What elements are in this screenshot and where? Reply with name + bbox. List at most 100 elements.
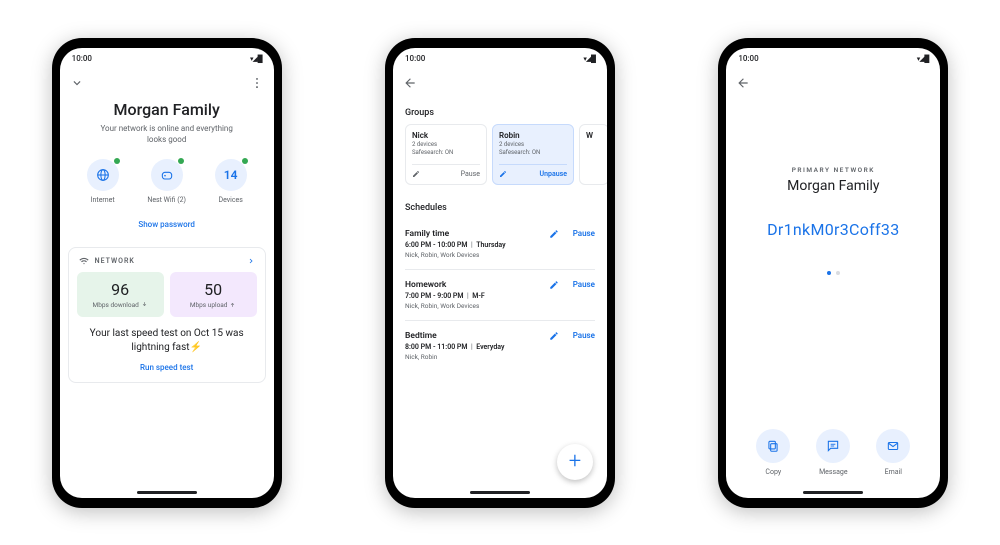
groups-list[interactable]: Nick 2 devices Safesearch: ON Pause Robi…	[393, 124, 607, 185]
schedule-days: Everyday	[476, 343, 504, 351]
back-chevron-icon[interactable]	[70, 76, 84, 90]
screen: 10:00 ▾◢ █ Morgan Family Your network is…	[60, 48, 274, 498]
network-name: Morgan Family	[787, 178, 879, 194]
page-indicator[interactable]	[827, 271, 840, 275]
add-fab-button[interactable]: +	[557, 444, 593, 480]
message-label: Message	[819, 468, 848, 476]
edit-icon[interactable]	[549, 331, 559, 341]
schedule-item[interactable]: Bedtime 8:00 PM - 11:00 PM | Everyday Ni…	[405, 321, 595, 371]
group-name: W	[586, 131, 602, 140]
download-speed: 96 Mbps download	[77, 272, 164, 317]
schedule-time: 6:00 PM - 10:00 PM	[405, 241, 468, 249]
arrow-up-icon	[229, 301, 236, 308]
copy-label: Copy	[765, 468, 781, 476]
status-time: 10:00	[405, 54, 425, 63]
status-icons: ▾◢ █	[917, 55, 929, 63]
nest-wifi-icon	[159, 167, 175, 183]
status-time: 10:00	[72, 54, 92, 63]
internet-label: Internet	[91, 196, 115, 204]
network-card-header[interactable]: NETWORK	[69, 248, 265, 272]
content: Morgan Family Your network is online and…	[60, 96, 274, 498]
group-card-nick[interactable]: Nick 2 devices Safesearch: ON Pause	[405, 124, 487, 185]
phone-share-password: 10:00 ▾◢ █ PRIMARY NETWORK Morgan Family…	[718, 38, 948, 508]
network-password: Dr1nkM0r3Coff33	[767, 220, 899, 239]
upload-speed: 50 Mbps upload	[170, 272, 257, 317]
email-icon	[886, 439, 900, 453]
pause-button[interactable]: Pause	[573, 331, 595, 340]
email-button[interactable]: Email	[876, 429, 910, 476]
group-devices: 2 devices	[412, 141, 480, 148]
schedule-item[interactable]: Family time 6:00 PM - 10:00 PM | Thursda…	[405, 219, 595, 270]
devices-count: 14	[224, 168, 238, 182]
pause-button[interactable]: Pause	[573, 280, 595, 289]
schedule-time: 8:00 PM - 11:00 PM	[405, 343, 468, 351]
wifi-icon	[79, 256, 89, 266]
status-bar: 10:00 ▾◢ █	[726, 48, 940, 70]
speed-results: 96 Mbps download 50 Mbps upload	[69, 272, 265, 317]
network-card: NETWORK 96 Mbps download 50 Mbps upload …	[68, 247, 266, 383]
group-name: Nick	[412, 131, 480, 140]
group-safesearch: Safesearch: ON	[499, 149, 567, 156]
download-label: Mbps download	[93, 301, 139, 309]
pause-button[interactable]: Pause	[461, 170, 480, 178]
speed-message: Your last speed test on Oct 15 was light…	[69, 327, 265, 355]
schedules-list: Family time 6:00 PM - 10:00 PM | Thursda…	[393, 219, 607, 371]
message-icon	[826, 439, 840, 453]
content: PRIMARY NETWORK Morgan Family Dr1nkM0r3C…	[726, 96, 940, 498]
share-actions: Copy Message Email	[726, 429, 940, 476]
more-menu-icon[interactable]	[250, 76, 264, 90]
schedule-time: 7:00 PM - 9:00 PM	[405, 292, 464, 300]
page-dot	[836, 271, 840, 275]
pause-button[interactable]: Pause	[573, 229, 595, 238]
schedules-header: Schedules	[393, 185, 607, 219]
top-bar	[393, 70, 607, 96]
top-bar	[60, 70, 274, 96]
devices-label: Devices	[218, 196, 242, 204]
back-arrow-icon[interactable]	[403, 76, 417, 90]
edit-icon[interactable]	[412, 170, 420, 178]
nav-pill[interactable]	[803, 491, 863, 494]
plus-icon: +	[569, 449, 581, 474]
top-bar	[726, 70, 940, 96]
network-title: Morgan Family	[60, 100, 274, 119]
copy-icon	[766, 439, 780, 453]
edit-icon[interactable]	[549, 280, 559, 290]
schedule-members: Nick, Robin	[405, 353, 593, 361]
phone-family-wifi: 10:00 ▾◢ █ Family Wi-Fi Groups Nick 2 de…	[385, 38, 615, 508]
status-tiles: Internet Nest Wifi (2) 14 Devices	[60, 159, 274, 204]
chevron-right-icon	[247, 257, 255, 265]
nest-wifi-tile[interactable]: Nest Wifi (2)	[142, 159, 192, 204]
schedule-item[interactable]: Homework 7:00 PM - 9:00 PM | M-F Nick, R…	[405, 270, 595, 321]
status-dot	[178, 158, 184, 164]
upload-label: Mbps upload	[190, 301, 228, 309]
schedule-members: Nick, Robin, Work Devices	[405, 302, 593, 310]
status-icons: ▾◢ █	[250, 55, 262, 63]
status-bar: 10:00 ▾◢ █	[393, 48, 607, 70]
groups-header: Groups	[393, 96, 607, 124]
group-safesearch: Safesearch: ON	[412, 149, 480, 156]
internet-tile[interactable]: Internet	[78, 159, 128, 204]
edit-icon[interactable]	[499, 170, 507, 178]
edit-icon[interactable]	[549, 229, 559, 239]
schedule-members: Nick, Robin, Work Devices	[405, 251, 593, 259]
status-icons: ▾◢ █	[583, 55, 595, 63]
message-button[interactable]: Message	[816, 429, 850, 476]
group-card-robin[interactable]: Robin 2 devices Safesearch: ON Unpause	[492, 124, 574, 185]
devices-tile[interactable]: 14 Devices	[206, 159, 256, 204]
upload-value: 50	[174, 280, 253, 299]
unpause-button[interactable]: Unpause	[540, 170, 567, 178]
content: Family Wi-Fi Groups Nick 2 devices Safes…	[393, 96, 607, 498]
nav-pill[interactable]	[137, 491, 197, 494]
schedule-days: Thursday	[476, 241, 505, 249]
screen: 10:00 ▾◢ █ PRIMARY NETWORK Morgan Family…	[726, 48, 940, 498]
back-arrow-icon[interactable]	[736, 76, 750, 90]
copy-button[interactable]: Copy	[756, 429, 790, 476]
nav-pill[interactable]	[470, 491, 530, 494]
group-card-partial[interactable]: W	[579, 124, 607, 185]
run-speed-test-link[interactable]: Run speed test	[69, 363, 265, 372]
group-devices: 2 devices	[499, 141, 567, 148]
show-password-link[interactable]: Show password	[60, 220, 274, 229]
network-subtitle: Your network is online and everything lo…	[60, 123, 274, 145]
page-dot-active	[827, 271, 831, 275]
status-time: 10:00	[738, 54, 758, 63]
